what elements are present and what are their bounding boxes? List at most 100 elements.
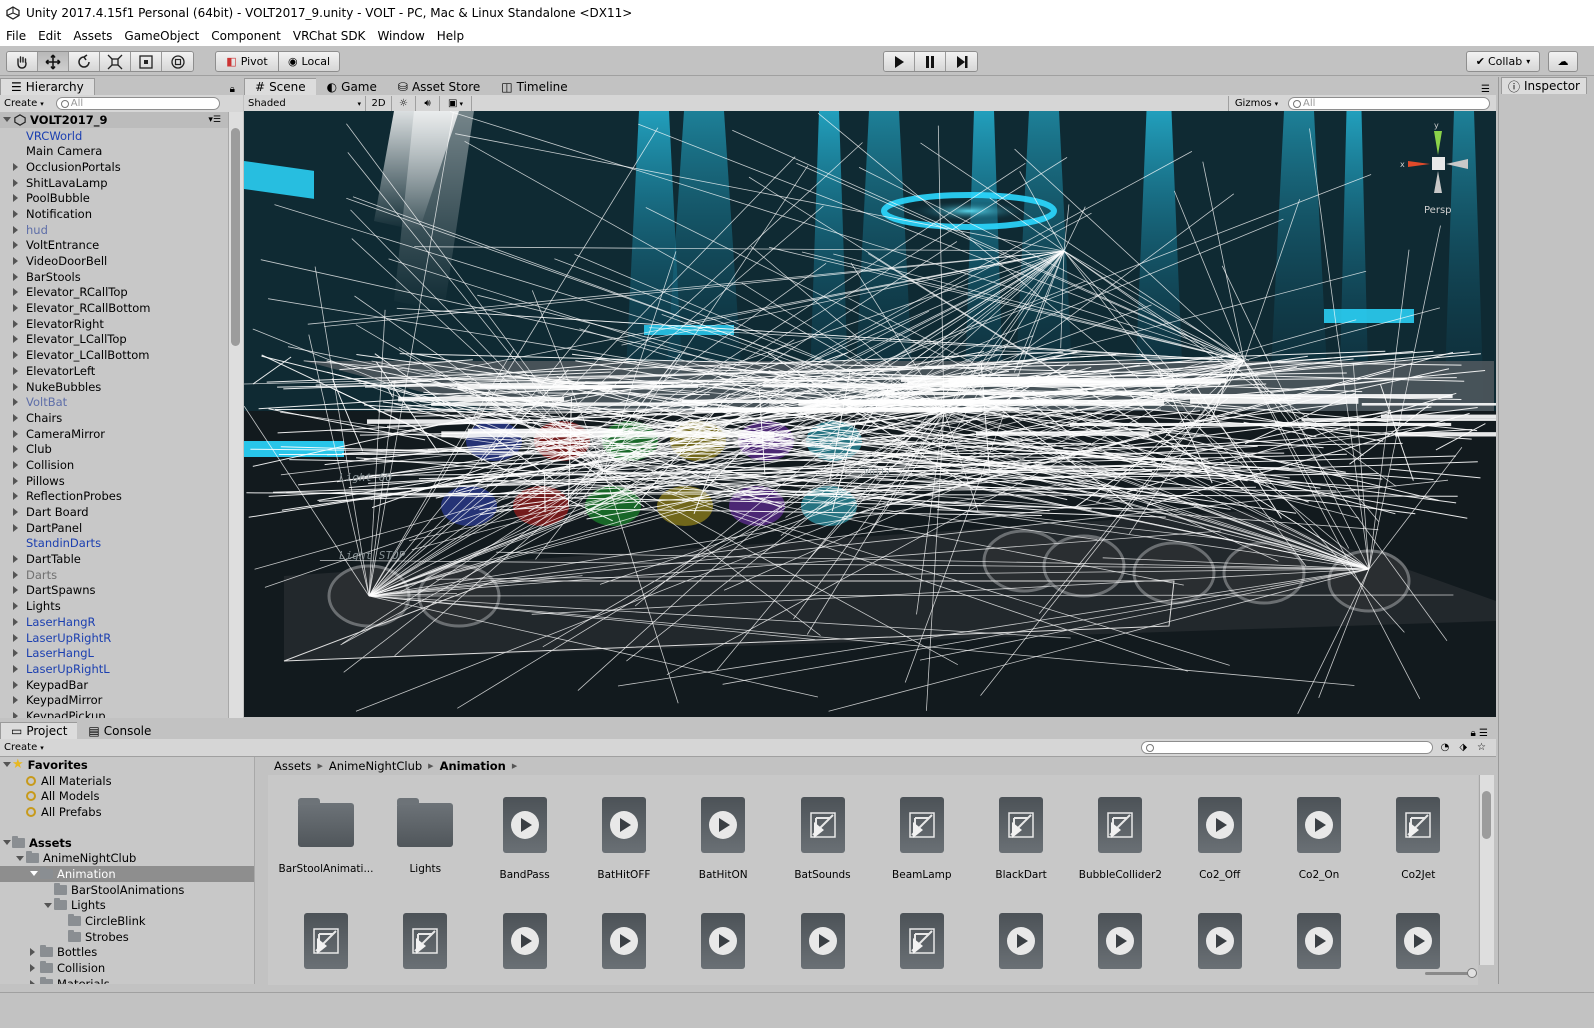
- hierarchy-item[interactable]: Main Camera: [0, 143, 243, 159]
- expand-arrow-icon[interactable]: [13, 319, 18, 328]
- asset-animator-controller[interactable]: BatSounds: [773, 797, 873, 881]
- asset-animation-clip[interactable]: BatHitON: [673, 797, 773, 881]
- expand-arrow-icon[interactable]: [13, 194, 18, 203]
- asset-animation-clip[interactable]: Co2_On: [1269, 797, 1369, 881]
- asset-grid-scrollbar[interactable]: [1479, 775, 1494, 965]
- expand-arrow-icon[interactable]: [16, 855, 24, 861]
- expand-arrow-icon[interactable]: [13, 696, 18, 705]
- shading-mode-dropdown[interactable]: Shaded ▾: [244, 96, 366, 111]
- hierarchy-item[interactable]: OcclusionPortals: [0, 159, 243, 175]
- asset-animation-clip[interactable]: [971, 913, 1071, 969]
- favorite-item[interactable]: All Models: [0, 788, 255, 804]
- filter-by-label-icon[interactable]: ⬗: [1459, 742, 1467, 753]
- asset-animation-clip[interactable]: [1368, 913, 1468, 969]
- hierarchy-scrollbar[interactable]: [228, 112, 243, 718]
- expand-arrow-icon[interactable]: [13, 664, 18, 673]
- expand-arrow-icon[interactable]: [13, 602, 18, 611]
- expand-arrow-icon[interactable]: [13, 523, 18, 532]
- tab-hierarchy[interactable]: ☰ Hierarchy: [0, 78, 95, 95]
- menu-window[interactable]: Window: [371, 29, 430, 43]
- rect-tool-icon[interactable]: [131, 52, 162, 71]
- hierarchy-item[interactable]: KeypadBar: [0, 677, 243, 693]
- asset-animator-controller[interactable]: Co2Jet: [1368, 797, 1468, 881]
- hierarchy-item[interactable]: Darts: [0, 567, 243, 583]
- filter-by-type-icon[interactable]: ◔: [1441, 742, 1450, 753]
- hierarchy-create-dropdown[interactable]: Create ▾: [0, 96, 48, 111]
- hierarchy-item[interactable]: VideoDoorBell: [0, 253, 243, 269]
- expand-arrow-icon[interactable]: [13, 680, 18, 689]
- asset-animator-controller[interactable]: BubbleCollider2: [1070, 797, 1170, 881]
- expand-arrow-icon[interactable]: [13, 555, 18, 564]
- hierarchy-item[interactable]: DartTable: [0, 551, 243, 567]
- hierarchy-item[interactable]: VoltBat: [0, 394, 243, 410]
- tab-timeline[interactable]: ◫ Timeline: [490, 78, 579, 95]
- expand-arrow-icon[interactable]: [13, 288, 18, 297]
- assets-header[interactable]: Assets: [0, 835, 255, 851]
- local-toggle[interactable]: ◉ Local: [278, 51, 340, 72]
- hierarchy-item[interactable]: PoolBubble: [0, 190, 243, 206]
- hierarchy-item[interactable]: KeypadPickup: [0, 708, 243, 718]
- pause-icon[interactable]: [915, 52, 946, 71]
- hierarchy-item[interactable]: ElevatorLeft: [0, 363, 243, 379]
- hierarchy-item[interactable]: Elevator_RCallTop: [0, 285, 243, 301]
- scene-menu-icon[interactable]: ▾☰: [208, 115, 221, 125]
- expand-arrow-icon[interactable]: [13, 398, 18, 407]
- hierarchy-item[interactable]: VoltEntrance: [0, 238, 243, 254]
- asset-animation-clip[interactable]: [673, 913, 773, 969]
- cloud-icon[interactable]: ☁: [1548, 51, 1578, 72]
- hierarchy-item[interactable]: DartPanel: [0, 520, 243, 536]
- expand-arrow-icon[interactable]: [13, 570, 18, 579]
- menu-component[interactable]: Component: [205, 29, 287, 43]
- hierarchy-item[interactable]: StandinDarts: [0, 536, 243, 552]
- expand-arrow-icon[interactable]: [13, 257, 18, 266]
- hierarchy-item[interactable]: Collision: [0, 457, 243, 473]
- expand-arrow-icon[interactable]: [3, 762, 11, 768]
- menu-assets[interactable]: Assets: [67, 29, 118, 43]
- favorite-item[interactable]: All Materials: [0, 773, 255, 789]
- breadcrumb-animation[interactable]: Animation: [440, 759, 506, 773]
- folder-tree-item[interactable]: Animation: [0, 866, 255, 882]
- asset-folder[interactable]: BarStoolAnimati...: [276, 797, 376, 875]
- expand-arrow-icon[interactable]: [13, 633, 18, 642]
- hierarchy-item[interactable]: LaserHangR: [0, 614, 243, 630]
- hierarchy-item[interactable]: DartSpawns: [0, 583, 243, 599]
- hierarchy-item[interactable]: ElevatorRight: [0, 316, 243, 332]
- asset-animator-controller[interactable]: [276, 913, 376, 969]
- collab-button[interactable]: ✔ Collab ▾: [1466, 51, 1540, 72]
- project-lock-icon[interactable]: 🔒︎ ☰: [1471, 728, 1488, 739]
- scene-root-row[interactable]: VOLT2017_9 ▾☰: [0, 112, 243, 128]
- asset-animation-clip[interactable]: BandPass: [475, 797, 575, 881]
- expand-arrow-icon[interactable]: [13, 445, 18, 454]
- asset-animator-controller[interactable]: [872, 913, 972, 969]
- hierarchy-item[interactable]: Chairs: [0, 410, 243, 426]
- hierarchy-item[interactable]: Elevator_RCallBottom: [0, 300, 243, 316]
- tab-scene[interactable]: # Scene: [244, 78, 317, 95]
- hierarchy-item[interactable]: Elevator_LCallBottom: [0, 347, 243, 363]
- scene-search-input[interactable]: All: [1288, 97, 1490, 110]
- hierarchy-item[interactable]: ReflectionProbes: [0, 489, 243, 505]
- expand-arrow-icon[interactable]: [13, 617, 18, 626]
- project-search-input[interactable]: [1140, 741, 1433, 754]
- asset-animation-clip[interactable]: [475, 913, 575, 969]
- expand-arrow-icon[interactable]: [3, 117, 11, 123]
- effects-dropdown-icon[interactable]: ▣ ▾: [440, 96, 472, 111]
- project-tree-scrollbar[interactable]: [254, 757, 255, 984]
- folder-tree-item[interactable]: AnimeNightClub: [0, 850, 255, 866]
- expand-arrow-icon[interactable]: [13, 366, 18, 375]
- expand-arrow-icon[interactable]: [13, 711, 18, 718]
- folder-tree-item[interactable]: Strobes: [0, 929, 255, 945]
- tab-console[interactable]: ▤ Console: [77, 722, 163, 739]
- menu-edit[interactable]: Edit: [32, 29, 67, 43]
- breadcrumb-assets[interactable]: Assets: [274, 759, 311, 773]
- asset-animation-clip[interactable]: [773, 913, 873, 969]
- hierarchy-item[interactable]: CameraMirror: [0, 426, 243, 442]
- asset-animation-clip[interactable]: [1269, 913, 1369, 969]
- hierarchy-item[interactable]: LaserUpRightR: [0, 630, 243, 646]
- expand-arrow-icon[interactable]: [13, 508, 18, 517]
- hierarchy-item[interactable]: hud: [0, 222, 243, 238]
- folder-tree-item[interactable]: Materials: [0, 976, 255, 984]
- expand-arrow-icon[interactable]: [30, 871, 38, 877]
- asset-animation-clip[interactable]: [1170, 913, 1270, 969]
- expand-arrow-icon[interactable]: [13, 178, 18, 187]
- expand-arrow-icon[interactable]: [13, 492, 18, 501]
